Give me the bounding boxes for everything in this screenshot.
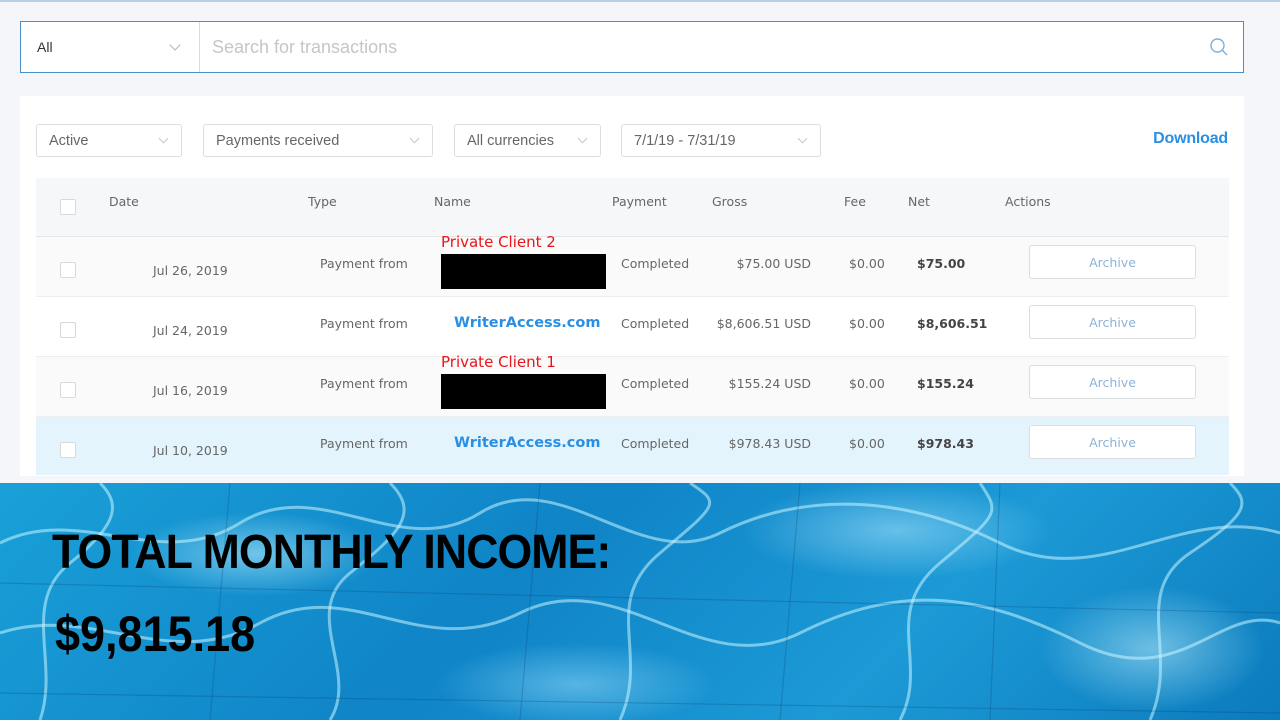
header-payment[interactable]: Payment xyxy=(612,194,667,209)
row-gross: $8,606.51 USD xyxy=(716,316,811,331)
search-scope-value: All xyxy=(37,39,53,55)
row-checkbox[interactable] xyxy=(60,322,76,338)
transactions-panel: Active Payments received All currencies … xyxy=(20,96,1244,476)
row-fee: $0.00 xyxy=(849,256,885,271)
row-date: Jul 10, 2019 xyxy=(153,443,228,458)
header-date[interactable]: Date xyxy=(109,194,139,209)
archive-button[interactable]: Archive xyxy=(1029,365,1196,399)
search-bar: All xyxy=(20,21,1244,73)
search-input[interactable] xyxy=(200,22,1195,72)
row-gross: $978.43 USD xyxy=(728,436,811,451)
chevron-down-icon xyxy=(797,133,808,144)
row-net: $978.43 xyxy=(917,436,974,451)
top-border xyxy=(0,0,1280,2)
header-name[interactable]: Name xyxy=(434,194,471,209)
row-name-link[interactable]: WriterAccess.com xyxy=(454,315,600,331)
header-net[interactable]: Net xyxy=(908,194,930,209)
total-income-amount: $9,815.18 xyxy=(55,606,256,662)
header-actions: Actions xyxy=(1005,194,1051,209)
chevron-down-icon xyxy=(169,39,181,51)
transactions-table: Date Type Name Payment Gross Fee Net Act… xyxy=(36,178,1229,475)
type-filter-value: Payments received xyxy=(216,132,340,149)
pool-water-background xyxy=(0,483,1280,720)
redaction-annotation: Private Client 1 xyxy=(441,353,556,371)
chevron-down-icon xyxy=(158,133,169,144)
date-range-value: 7/1/19 - 7/31/19 xyxy=(634,132,736,149)
redacted-name xyxy=(441,374,606,409)
row-fee: $0.00 xyxy=(849,376,885,391)
row-name-link[interactable]: WriterAccess.com xyxy=(454,435,600,451)
row-type: Payment from xyxy=(320,436,408,451)
select-all-checkbox[interactable] xyxy=(60,199,76,215)
archive-button[interactable]: Archive xyxy=(1029,305,1196,339)
table-row[interactable]: Jul 26, 2019 Payment from Private Client… xyxy=(36,233,1229,297)
table-row[interactable]: Jul 24, 2019 Payment from WriterAccess.c… xyxy=(36,297,1229,357)
search-icon[interactable] xyxy=(1195,22,1243,72)
filter-bar: Active Payments received All currencies … xyxy=(36,124,1228,158)
row-gross: $75.00 USD xyxy=(736,256,811,271)
table-row[interactable]: Jul 10, 2019 Payment from WriterAccess.c… xyxy=(36,417,1229,475)
row-net: $75.00 xyxy=(917,256,966,271)
row-status: Completed xyxy=(621,256,690,271)
table-header: Date Type Name Payment Gross Fee Net Act… xyxy=(36,178,1229,237)
row-net: $8,606.51 xyxy=(917,316,988,331)
chevron-down-icon xyxy=(577,133,588,144)
row-date: Jul 24, 2019 xyxy=(153,323,228,338)
row-date: Jul 16, 2019 xyxy=(153,383,228,398)
row-net: $155.24 xyxy=(917,376,974,391)
row-fee: $0.00 xyxy=(849,436,885,451)
row-status: Completed xyxy=(621,436,690,451)
total-income-title: TOTAL MONTHLY INCOME: xyxy=(52,526,611,579)
header-fee[interactable]: Fee xyxy=(844,194,866,209)
header-type[interactable]: Type xyxy=(308,194,337,209)
row-status: Completed xyxy=(621,316,690,331)
row-checkbox[interactable] xyxy=(60,382,76,398)
archive-button[interactable]: Archive xyxy=(1029,245,1196,279)
search-scope-select[interactable]: All xyxy=(21,22,200,72)
date-range-filter[interactable]: 7/1/19 - 7/31/19 xyxy=(621,124,821,157)
currency-filter-value: All currencies xyxy=(467,132,555,149)
row-gross: $155.24 USD xyxy=(728,376,811,391)
status-filter-value: Active xyxy=(49,132,89,149)
chevron-down-icon xyxy=(409,133,420,144)
redacted-name xyxy=(441,254,606,289)
header-gross[interactable]: Gross xyxy=(712,194,747,209)
row-fee: $0.00 xyxy=(849,316,885,331)
row-type: Payment from xyxy=(320,256,408,271)
row-status: Completed xyxy=(621,376,690,391)
status-filter[interactable]: Active xyxy=(36,124,182,157)
currency-filter[interactable]: All currencies xyxy=(454,124,601,157)
row-date: Jul 26, 2019 xyxy=(153,263,228,278)
row-checkbox[interactable] xyxy=(60,262,76,278)
row-checkbox[interactable] xyxy=(60,442,76,458)
income-banner: TOTAL MONTHLY INCOME: $9,815.18 xyxy=(0,483,1280,720)
redaction-annotation: Private Client 2 xyxy=(441,233,556,251)
archive-button[interactable]: Archive xyxy=(1029,425,1196,459)
table-row[interactable]: Jul 16, 2019 Payment from Private Client… xyxy=(36,353,1229,417)
download-link[interactable]: Download xyxy=(1153,130,1228,148)
row-type: Payment from xyxy=(320,376,408,391)
row-type: Payment from xyxy=(320,316,408,331)
type-filter[interactable]: Payments received xyxy=(203,124,433,157)
